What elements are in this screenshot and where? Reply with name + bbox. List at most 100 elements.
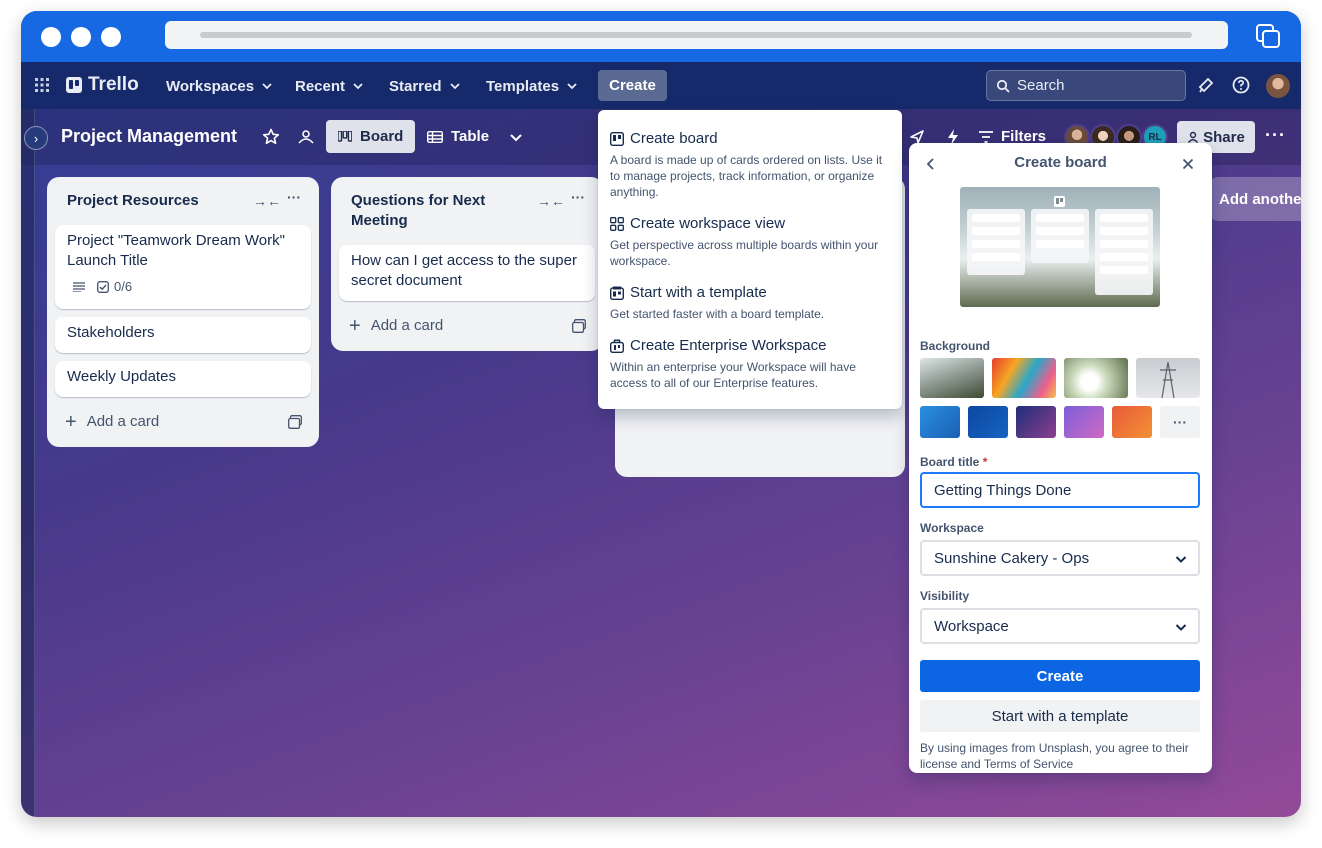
tabs-icon[interactable] — [1255, 23, 1281, 49]
add-another-list-button[interactable]: Add another list — [1207, 177, 1301, 221]
board-title[interactable]: Project Management — [61, 126, 237, 147]
card[interactable]: How can I get access to the super secret… — [339, 245, 595, 301]
trello-logo[interactable]: Trello — [66, 74, 139, 96]
nav-recent[interactable]: Recent — [295, 74, 365, 98]
chevron-down-icon — [353, 83, 363, 90]
menu-item-title: Create workspace view — [630, 215, 786, 232]
menu-item-create-board[interactable]: Create board A board is made up of cards… — [610, 130, 892, 200]
megaphone-icon[interactable] — [1197, 76, 1215, 94]
chevron-down-icon — [1175, 624, 1187, 631]
more-backgrounds-button[interactable]: ··· — [1160, 406, 1200, 438]
background-photo-option[interactable] — [1064, 358, 1128, 398]
menu-item-title: Create board — [630, 130, 718, 147]
card-title: How can I get access to the super secret… — [351, 252, 577, 289]
create-menu: Create board A board is made up of cards… — [598, 110, 902, 409]
board-title-input[interactable]: Getting Things Done — [920, 472, 1200, 508]
add-card-label: Add a card — [370, 317, 444, 334]
background-color-option[interactable] — [1016, 406, 1056, 438]
window-minimize-dot[interactable] — [71, 27, 91, 47]
search-input[interactable]: Search — [986, 70, 1186, 101]
checklist-icon — [97, 281, 109, 293]
add-card-button[interactable]: + Add a card — [349, 314, 444, 337]
sidebar-expand-button[interactable]: › — [24, 126, 48, 150]
chevron-down-icon — [449, 83, 460, 90]
nav-templates-label: Templates — [486, 77, 560, 95]
template-card-icon[interactable] — [288, 415, 302, 429]
menu-item-create-workspace-view[interactable]: Create workspace view Get perspective ac… — [610, 215, 892, 269]
required-indicator: * — [982, 455, 988, 469]
unsplash-legal-text: By using images from Unsplash, you agree… — [920, 741, 1189, 771]
search-icon — [996, 79, 1010, 93]
template-card-icon[interactable] — [572, 319, 586, 333]
list-menu-icon[interactable]: ··· — [287, 189, 301, 205]
board-view-icon — [338, 130, 352, 142]
background-photo-option[interactable] — [920, 358, 984, 398]
view-table-tab[interactable]: Table — [415, 120, 501, 153]
list-title[interactable]: Questions for Next Meeting — [351, 191, 541, 231]
nav-templates[interactable]: Templates — [486, 74, 579, 98]
checklist-count: 0/6 — [114, 279, 133, 294]
background-photo-option[interactable] — [992, 358, 1056, 398]
briefcase-icon — [610, 339, 624, 353]
view-board-label: Board — [360, 128, 404, 145]
create-button[interactable]: Create — [598, 70, 667, 101]
board-preview-image — [960, 187, 1160, 307]
share-label: Share — [1203, 128, 1245, 146]
card-title: Project "Teamwork Dream Work" Launch Tit… — [67, 232, 285, 269]
card-title: Stakeholders — [67, 324, 155, 341]
filter-icon — [979, 130, 993, 143]
plus-icon: + — [65, 410, 77, 433]
create-board-panel: Create board Background ··· Board title … — [909, 143, 1212, 773]
visibility-icon[interactable] — [296, 127, 316, 147]
board-icon — [610, 131, 624, 146]
list-title[interactable]: Project Resources — [67, 191, 199, 211]
help-icon[interactable] — [1232, 76, 1250, 94]
chevron-down-icon — [567, 83, 577, 90]
background-color-option[interactable] — [968, 406, 1008, 438]
menu-item-create-enterprise-workspace[interactable]: Create Enterprise Workspace Within an en… — [610, 337, 892, 391]
plus-icon: + — [349, 314, 361, 337]
start-with-template-button[interactable]: Start with a template — [920, 700, 1200, 732]
list-menu-icon[interactable]: ··· — [571, 189, 585, 205]
address-bar[interactable] — [165, 21, 1228, 49]
menu-item-title: Start with a template — [630, 284, 767, 301]
star-icon[interactable] — [261, 127, 281, 147]
nav-starred-label: Starred — [389, 77, 442, 95]
board-menu-icon[interactable]: ··· — [1265, 125, 1286, 146]
top-navigation: Trello Workspaces Recent Starred Templat… — [21, 61, 1301, 109]
card[interactable]: Weekly Updates — [55, 361, 311, 397]
card[interactable]: Stakeholders — [55, 317, 311, 353]
create-board-button[interactable]: Create — [920, 660, 1200, 692]
menu-item-description: Get started faster with a board template… — [610, 307, 825, 321]
pylon-icon — [1160, 361, 1176, 399]
workspace-label: Workspace — [920, 521, 984, 535]
add-card-label: Add a card — [86, 413, 160, 430]
workspace-value: Sunshine Cakery - Ops — [934, 549, 1090, 567]
nav-starred[interactable]: Starred — [389, 74, 462, 98]
background-color-option[interactable] — [1112, 406, 1152, 438]
chevron-down-icon — [262, 83, 272, 90]
background-photo-option[interactable] — [1136, 358, 1200, 399]
collapse-list-icon[interactable]: →← — [253, 193, 281, 209]
collapsed-sidebar — [21, 109, 35, 817]
view-board-tab[interactable]: Board — [326, 120, 416, 153]
background-color-option[interactable] — [1064, 406, 1104, 438]
preview-list — [1031, 209, 1089, 263]
app-switcher-icon[interactable] — [35, 78, 49, 92]
background-color-option[interactable] — [920, 406, 960, 438]
collapse-list-icon[interactable]: →← — [537, 193, 565, 209]
address-bar-placeholder — [200, 32, 1192, 38]
window-close-dot[interactable] — [41, 27, 61, 47]
person-icon — [1188, 131, 1199, 143]
workspace-select[interactable]: Sunshine Cakery - Ops — [920, 540, 1200, 576]
card[interactable]: Project "Teamwork Dream Work" Launch Tit… — [55, 225, 311, 309]
close-icon[interactable] — [1182, 158, 1194, 170]
user-avatar[interactable] — [1266, 74, 1290, 98]
nav-workspaces[interactable]: Workspaces — [166, 74, 274, 98]
visibility-select[interactable]: Workspace — [920, 608, 1200, 644]
menu-item-start-with-template[interactable]: Start with a template Get started faster… — [610, 284, 892, 322]
visibility-value: Workspace — [934, 617, 1009, 635]
window-maximize-dot[interactable] — [101, 27, 121, 47]
add-card-button[interactable]: + Add a card — [65, 410, 160, 433]
more-views-chevron-icon[interactable] — [506, 127, 526, 147]
